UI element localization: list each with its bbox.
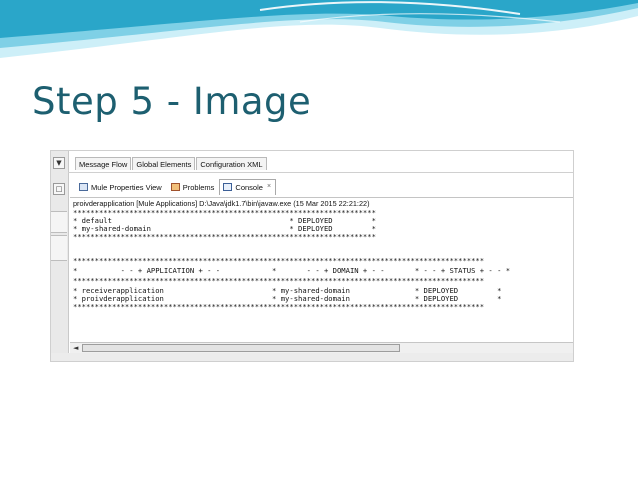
scrollbar-thumb[interactable] — [82, 344, 400, 352]
tab-console[interactable]: Console × — [219, 179, 277, 195]
console-line: ****************************************… — [73, 232, 376, 241]
tab-mule-properties-view[interactable]: Mule Properties View — [75, 179, 167, 195]
scroll-left-icon[interactable]: ◄ — [73, 344, 78, 352]
left-toolbar-strip: ▼ □ — [51, 151, 69, 361]
left-panel-block — [51, 235, 67, 261]
tab-label: Console — [235, 183, 263, 192]
header-wave-decoration — [0, 0, 638, 58]
tab-label: Mule Properties View — [91, 183, 162, 192]
tab-message-flow[interactable]: Message Flow — [75, 157, 132, 170]
left-panel-block — [51, 211, 67, 233]
console-line: ****************************************… — [73, 276, 485, 285]
console-line: ****************************************… — [73, 256, 485, 265]
tab-global-elements[interactable]: Global Elements — [132, 157, 196, 170]
tab-problems[interactable]: Problems — [167, 179, 220, 195]
problems-icon — [170, 183, 180, 191]
dropdown-icon[interactable]: ▼ — [53, 157, 65, 169]
view-tabs: Mule Properties View Problems Console × — [75, 179, 277, 195]
slide-title: Step 5 - Image — [32, 80, 312, 123]
status-bar — [51, 353, 573, 361]
console-line: ****************************************… — [73, 302, 485, 311]
console-icon — [223, 183, 233, 191]
minimize-box-icon[interactable]: □ — [53, 183, 65, 195]
console-output[interactable]: proivderapplication [Mule Applications] … — [70, 197, 573, 346]
tab-configuration-xml[interactable]: Configuration XML — [196, 157, 267, 170]
divider — [68, 172, 573, 173]
close-icon[interactable]: × — [267, 183, 271, 190]
tab-label: Problems — [182, 183, 215, 192]
console-header: proivderapplication [Mule Applications] … — [73, 199, 370, 208]
console-line: * - - + APPLICATION + - - * - - + DOMAIN… — [73, 266, 511, 275]
editor-tabs: Message Flow Global Elements Configurati… — [75, 157, 268, 172]
properties-icon — [79, 183, 88, 191]
eclipse-screenshot: ▼ □ Message Flow Global Elements Configu… — [50, 150, 574, 362]
